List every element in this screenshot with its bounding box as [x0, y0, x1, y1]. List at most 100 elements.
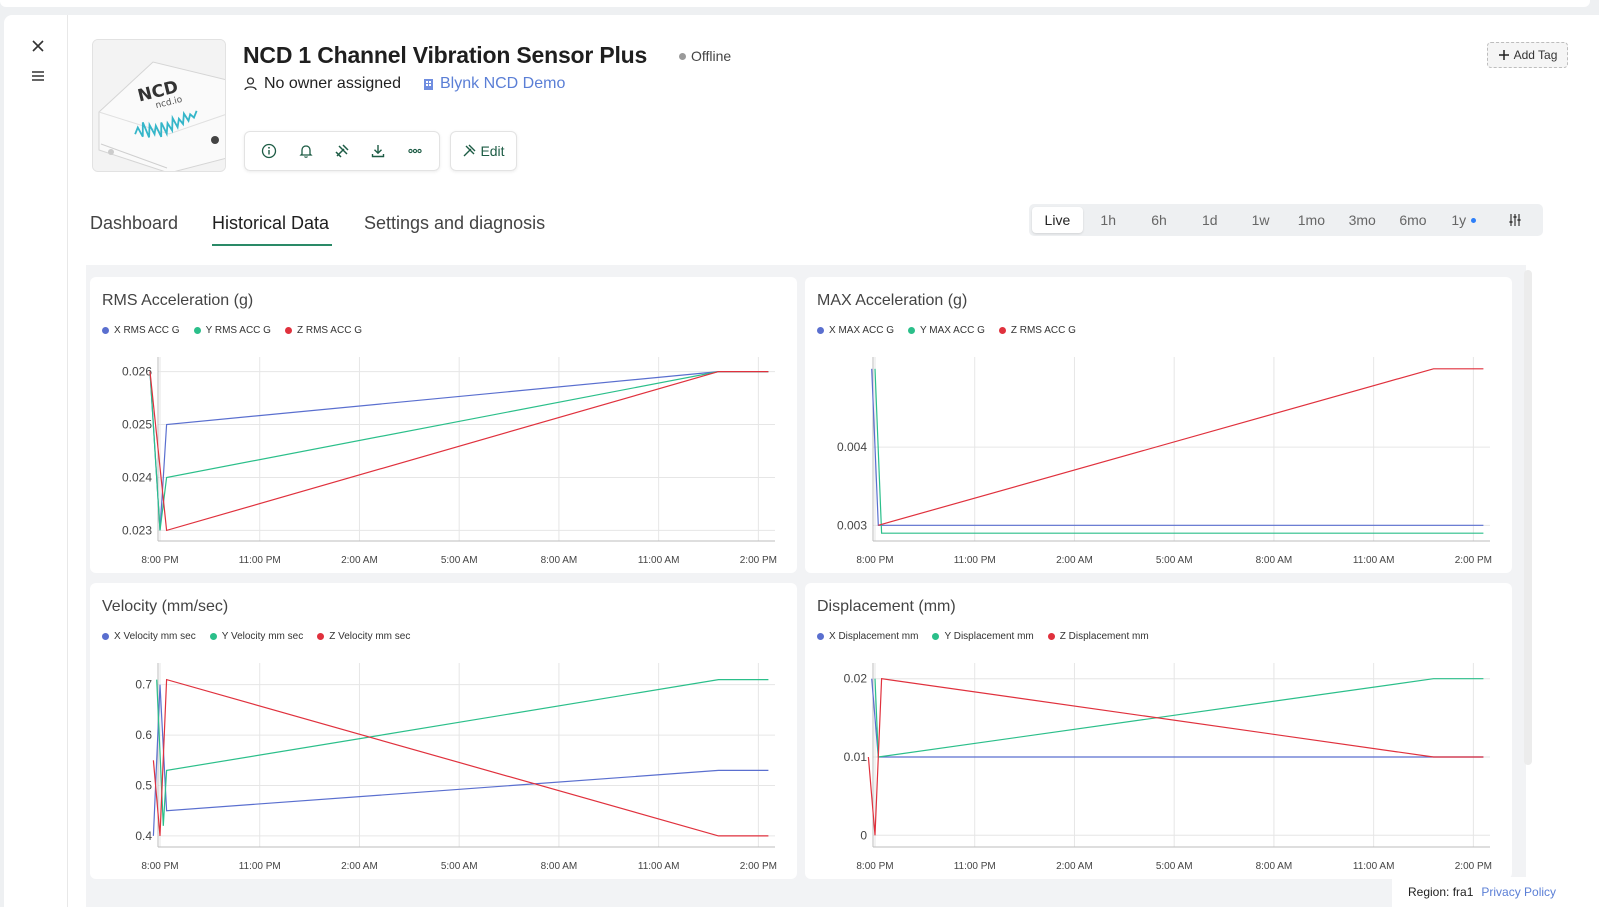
info-icon [262, 143, 277, 159]
tab-settings-diagnosis[interactable]: Settings and diagnosis [364, 213, 545, 234]
x-tick-label: 8:00 PM [856, 555, 893, 566]
series-line [874, 368, 1484, 534]
x-tick-label: 8:00 PM [141, 555, 178, 566]
edit-label: Edit [480, 143, 505, 159]
top-strip-inner [0, 0, 1590, 7]
y-tick-label: 0 [860, 828, 867, 842]
device-actions [244, 131, 440, 171]
y-tick-label: 0.02 [844, 672, 868, 686]
range-1d[interactable]: 1d [1184, 207, 1235, 233]
owner-label: No owner assigned [264, 75, 401, 92]
chart-card-max-acceleration: MAX Acceleration (g) X MAX ACC G Y MAX A… [805, 277, 1512, 573]
device-panel: NCD ncd.io NCD 1 Channel Vibration Senso… [4, 15, 1599, 907]
status-label: Offline [691, 48, 732, 64]
tools-icon [335, 144, 349, 158]
charts-scrollbar[interactable] [1524, 270, 1532, 765]
x-tick-label: 2:00 AM [1056, 555, 1093, 566]
y-tick-label: 0.003 [837, 518, 867, 532]
x-tick-label: 2:00 PM [1455, 555, 1492, 566]
y-tick-label: 0.025 [122, 418, 152, 432]
x-tick-label: 11:00 AM [638, 555, 680, 566]
chart-plot: 8:00 PM 11:00 PM 2:00 AM 5:00 AM 8:00 AM 11:0… [844, 663, 1492, 872]
range-1w[interactable]: 1w [1235, 207, 1286, 233]
owner-info: No owner assigned [244, 75, 401, 93]
x-tick-label: 8:00 AM [1256, 861, 1293, 872]
edit-button[interactable]: Edit [450, 131, 517, 171]
x-tick-label: 2:00 PM [740, 861, 777, 872]
x-tick-label: 5:00 AM [441, 861, 478, 872]
x-tick-label: 11:00 AM [1353, 861, 1395, 872]
x-tick-label: 5:00 AM [1156, 555, 1193, 566]
series-line [152, 684, 769, 836]
x-tick-label: 5:00 AM [441, 555, 478, 566]
x-tick-label: 8:00 PM [141, 861, 178, 872]
y-tick-label: 0.004 [837, 440, 867, 454]
footer: Region: fra1 Privacy Policy [1392, 877, 1599, 907]
range-1h[interactable]: 1h [1083, 207, 1134, 233]
close-icon [32, 40, 44, 52]
x-tick-label: 2:00 PM [740, 555, 777, 566]
download-icon [372, 145, 385, 158]
range-settings-button[interactable] [1489, 207, 1540, 233]
region-label: Region: fra1 [1408, 885, 1474, 899]
range-6h[interactable]: 6h [1134, 207, 1185, 233]
device-image: NCD ncd.io [93, 40, 225, 171]
x-tick-label: 2:00 AM [341, 555, 378, 566]
x-tick-label: 8:00 PM [856, 861, 893, 872]
chart-card-rms-acceleration: RMS Acceleration (g) X RMS ACC G Y RMS A… [90, 277, 797, 573]
time-range-selector: Live 1h 6h 1d 1w 1mo 3mo 6mo 1y [1029, 204, 1543, 236]
range-1y[interactable]: 1y [1438, 207, 1489, 233]
range-live[interactable]: Live [1032, 207, 1083, 233]
tools-button[interactable] [328, 137, 356, 165]
info-button[interactable] [255, 137, 283, 165]
range-1y-label: 1y [1451, 212, 1467, 228]
x-tick-label: 2:00 PM [1455, 861, 1492, 872]
menu-icon [32, 71, 44, 81]
add-tag-label: Add Tag [1513, 48, 1558, 62]
x-tick-label: 11:00 PM [954, 861, 996, 872]
charts-area: RMS Acceleration (g) X RMS ACC G Y RMS A… [86, 265, 1526, 907]
add-tag-button[interactable]: Add Tag [1487, 42, 1568, 68]
download-button[interactable] [364, 137, 392, 165]
y-tick-label: 0.4 [135, 829, 152, 843]
range-3mo[interactable]: 3mo [1337, 207, 1388, 233]
notifications-button[interactable] [292, 137, 320, 165]
chart-plot: 8:00 PM 11:00 PM 2:00 AM 5:00 AM 8:00 AM 11:0… [122, 357, 777, 566]
chart-plot: 8:00 PM 11:00 PM 2:00 AM 5:00 AM 8:00 AM 11:0… [837, 357, 1492, 566]
x-tick-label: 2:00 AM [1056, 861, 1093, 872]
close-button[interactable] [24, 32, 52, 60]
x-tick-label: 11:00 PM [239, 555, 281, 566]
x-tick-label: 2:00 AM [341, 861, 378, 872]
y-tick-label: 0.01 [844, 750, 868, 764]
x-tick-label: 5:00 AM [1156, 861, 1193, 872]
y-tick-label: 0.023 [122, 523, 152, 537]
privacy-policy-link[interactable]: Privacy Policy [1481, 885, 1556, 899]
y-tick-label: 0.6 [135, 728, 152, 742]
more-button[interactable] [401, 137, 429, 165]
tab-dashboard[interactable]: Dashboard [90, 213, 178, 234]
x-tick-label: 11:00 PM [954, 555, 996, 566]
user-icon [244, 77, 257, 91]
range-6mo[interactable]: 6mo [1388, 207, 1439, 233]
status-dot [679, 52, 686, 60]
organization-link[interactable]: Blynk NCD Demo [423, 75, 565, 93]
left-rail [4, 15, 68, 907]
menu-button[interactable] [24, 62, 52, 90]
device-status: Offline [679, 48, 731, 64]
x-tick-label: 8:00 AM [1256, 555, 1293, 566]
active-tab-indicator [212, 244, 332, 246]
device-thumbnail: NCD ncd.io [92, 39, 226, 172]
y-tick-label: 0.024 [122, 470, 152, 484]
y-tick-label: 0.7 [135, 678, 152, 692]
y-tick-label: 0.026 [122, 365, 152, 379]
organization-label: Blynk NCD Demo [440, 75, 566, 92]
edit-icon [463, 144, 476, 157]
chart-plot: 8:00 PM 11:00 PM 2:00 AM 5:00 AM 8:00 AM 11:0… [135, 663, 777, 872]
device-title: NCD 1 Channel Vibration Sensor Plus [243, 42, 648, 68]
x-tick-label: 11:00 AM [1353, 555, 1395, 566]
chart-card-displacement: Displacement (mm) X Displacement mm Y Di… [805, 583, 1512, 879]
x-tick-label: 11:00 PM [239, 861, 281, 872]
top-strip [0, 0, 1599, 8]
range-1mo[interactable]: 1mo [1286, 207, 1337, 233]
tab-historical-data[interactable]: Historical Data [212, 213, 329, 234]
